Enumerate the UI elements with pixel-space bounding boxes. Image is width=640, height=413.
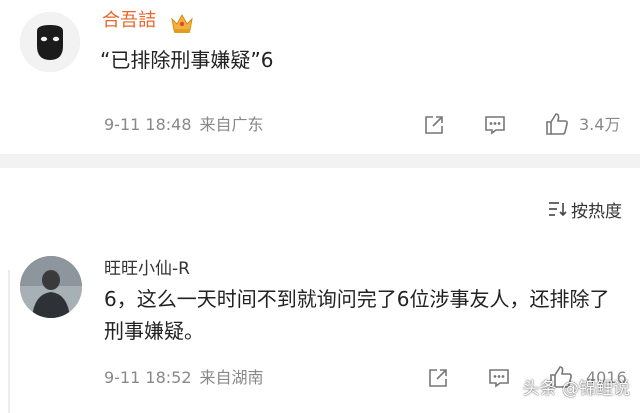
watermark: 头条 @锦鲤说 bbox=[523, 378, 630, 400]
comment-username[interactable]: 合吾詰 bbox=[102, 10, 156, 32]
photo-avatar-icon bbox=[20, 256, 82, 318]
sort-label: 按热度 bbox=[571, 202, 622, 222]
like-icon[interactable] bbox=[544, 111, 570, 137]
crown-icon bbox=[170, 12, 194, 38]
comment-icon[interactable] bbox=[487, 366, 511, 390]
thread-line bbox=[8, 270, 10, 413]
sort-icon bbox=[547, 200, 567, 224]
comment-list: 合吾詰 “已排除刑事嫌疑”6 9-11 18:48 来自广东 3.4万 按热度 … bbox=[0, 0, 640, 413]
comment-meta: 9-11 18:52 来自湖南 bbox=[104, 368, 264, 388]
share-icon[interactable] bbox=[426, 366, 450, 390]
section-divider bbox=[0, 154, 640, 168]
comment-date: 9-11 18:48 bbox=[104, 115, 192, 134]
mask-icon bbox=[20, 12, 80, 72]
share-icon[interactable] bbox=[422, 113, 446, 137]
comment-text: “已排除刑事嫌疑”6 bbox=[100, 48, 274, 72]
comment-date: 9-11 18:52 bbox=[104, 368, 192, 387]
like-count: 3.4万 bbox=[579, 115, 621, 134]
watermark-text: 头条 @锦鲤说 bbox=[522, 379, 630, 399]
user-avatar-mask[interactable] bbox=[20, 12, 80, 72]
comment-location: 来自广东 bbox=[199, 115, 264, 134]
comment-username[interactable]: 旺旺小仙-R bbox=[104, 258, 190, 280]
comment-meta: 9-11 18:48 来自广东 bbox=[104, 115, 264, 135]
comment-icon[interactable] bbox=[483, 113, 507, 137]
sort-button[interactable]: 按热度 bbox=[547, 200, 622, 224]
user-avatar-photo[interactable] bbox=[20, 256, 82, 318]
comment-text: 6，这么一天时间不到就询问完了6位涉事友人，还排除了刑事嫌疑。 bbox=[104, 287, 610, 343]
comment-location: 来自湖南 bbox=[199, 368, 264, 387]
